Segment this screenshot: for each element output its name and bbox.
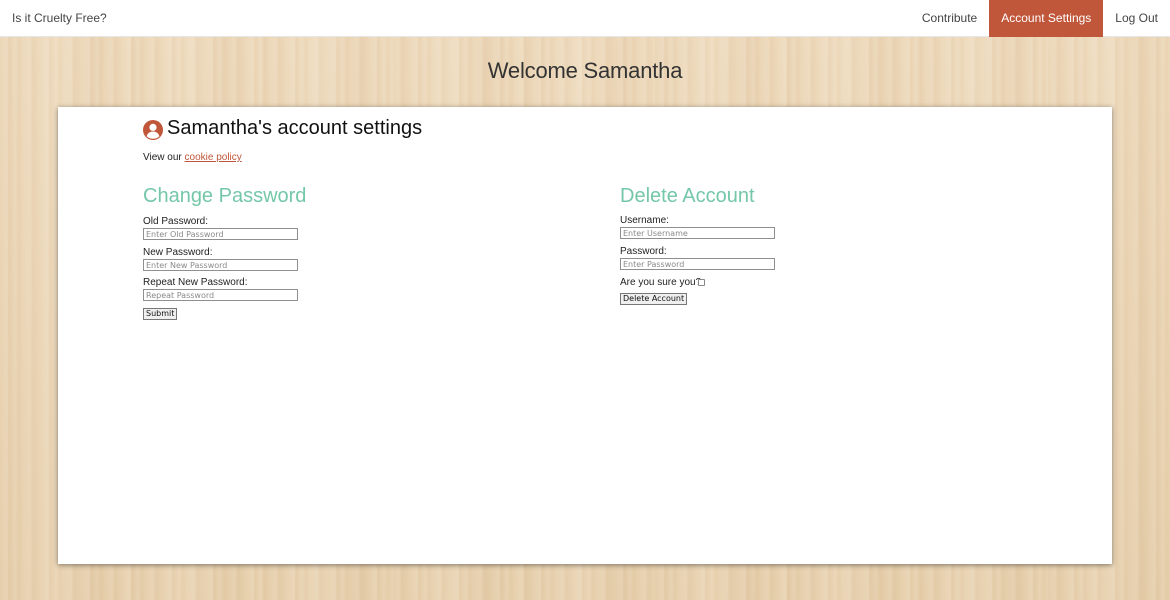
username-input[interactable] <box>620 227 775 239</box>
top-navbar: Is it Cruelty Free? Contribute Account S… <box>0 0 1170 37</box>
submit-password-button[interactable]: Submit <box>143 308 178 320</box>
delete-account-heading: Delete Account <box>620 185 755 207</box>
account-settings-panel: Samantha's account settings View our coo… <box>58 107 1112 564</box>
old-password-input[interactable] <box>143 228 298 240</box>
brand-link[interactable]: Is it Cruelty Free? <box>12 0 107 37</box>
delete-password-input[interactable] <box>620 258 775 270</box>
nav-logout-link[interactable]: Log Out <box>1103 0 1170 37</box>
nav-contribute-link[interactable]: Contribute <box>910 0 989 37</box>
delete-account-button[interactable]: Delete Account <box>620 293 688 305</box>
account-settings-title: Samantha's account settings <box>143 117 422 140</box>
cookie-policy-prefix: View our <box>143 152 182 163</box>
welcome-heading: Welcome Samantha <box>487 58 683 83</box>
repeat-password-label: Repeat New Password: <box>143 277 248 288</box>
cookie-policy-link[interactable]: cookie policy <box>185 152 242 163</box>
account-settings-title-text: Samantha's account settings <box>167 117 423 139</box>
new-password-label: New Password: <box>143 247 213 258</box>
new-password-input[interactable] <box>143 259 298 271</box>
user-circle-icon <box>143 119 163 140</box>
old-password-label: Old Password: <box>143 216 209 227</box>
confirm-delete-checkbox[interactable] <box>698 279 705 286</box>
username-label: Username: <box>620 215 669 226</box>
nav-links: Contribute Account Settings Log Out <box>910 0 1170 37</box>
repeat-password-input[interactable] <box>143 289 298 301</box>
change-password-heading: Change Password <box>143 185 307 207</box>
delete-password-label: Password: <box>620 246 667 257</box>
cookie-policy-line: View our cookie policy <box>143 152 242 163</box>
confirm-delete-label: Are you sure you? <box>620 277 702 288</box>
nav-account-settings-link[interactable]: Account Settings <box>989 0 1104 37</box>
